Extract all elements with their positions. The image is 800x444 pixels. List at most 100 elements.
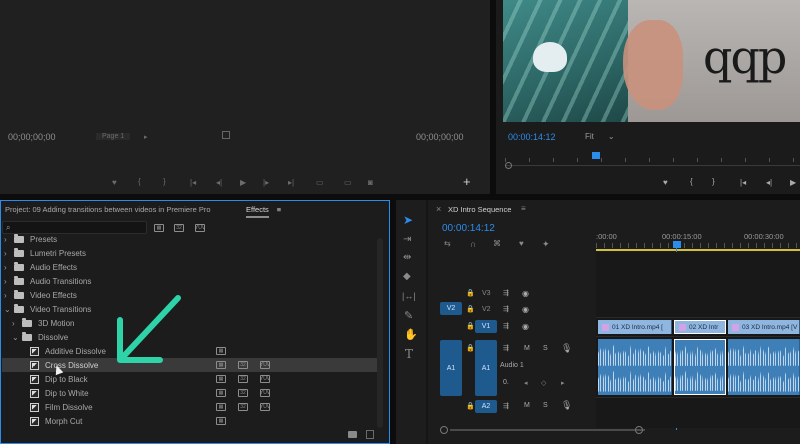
sync-lock-icon[interactable]: ⇶ [503, 305, 509, 313]
solo-toggle[interactable]: S [543, 345, 548, 352]
track-lock-icon[interactable]: 🔒 [466, 344, 475, 352]
go-to-out-icon[interactable]: ▸| [288, 178, 294, 187]
track-target-a2[interactable]: A2 [475, 400, 497, 413]
add-button[interactable]: + [463, 174, 471, 189]
program-scrubber[interactable] [505, 152, 800, 172]
panel-scrollbar[interactable] [377, 238, 383, 428]
audio-clip[interactable] [728, 339, 800, 395]
track-lock-icon[interactable]: 🔒 [466, 289, 475, 297]
time-ruler[interactable]: :00:00 00:00:15:00 00:00:30:00 [596, 228, 800, 248]
delete-icon[interactable] [366, 430, 374, 439]
tree-item[interactable]: ⌄ Dissolve [2, 330, 382, 344]
yuv-filter-icon[interactable]: YUV [195, 224, 205, 232]
snap-icon[interactable]: ∩ [470, 239, 476, 249]
source-patch-a1[interactable]: A1 [440, 340, 462, 396]
track-label-v3[interactable]: V3 [482, 290, 491, 297]
timeline-menu-icon[interactable]: ≡ [521, 204, 526, 213]
microphone-icon[interactable]: 🎙 [561, 343, 572, 354]
track-select-tool-icon[interactable]: ⇥ [403, 234, 411, 245]
tree-item[interactable]: › Audio Effects [2, 260, 382, 274]
tree-item[interactable]: › Lumetri Presets [2, 246, 382, 260]
microphone-icon[interactable]: 🎙 [561, 400, 572, 411]
solo-toggle[interactable]: S [543, 402, 548, 409]
tree-item[interactable]: › Presets [2, 232, 382, 246]
step-back-icon[interactable]: ◂| [216, 178, 222, 187]
timeline-playhead-icon[interactable] [673, 241, 681, 248]
page-label[interactable]: Page 1 [96, 133, 131, 140]
eye-icon[interactable]: ◉ [522, 305, 529, 314]
keyframe-prev-icon[interactable]: ◂ [524, 379, 528, 387]
mark-out-icon[interactable]: } [163, 177, 166, 186]
tree-expander-icon[interactable]: › [4, 263, 14, 272]
tree-expander-icon[interactable]: › [4, 235, 14, 244]
mute-toggle[interactable]: M [524, 345, 530, 352]
scroll-handle-right[interactable] [635, 426, 643, 434]
video-clip-selected[interactable]: 02 XD Intr [674, 320, 726, 334]
audio-clip-selected[interactable] [674, 339, 726, 395]
overwrite-icon[interactable]: ▭ [344, 178, 352, 187]
hand-tool-icon[interactable]: ✋ [404, 328, 418, 341]
effect-item[interactable]: Dip to Black ▦ 32 YUV [2, 372, 382, 386]
track-lock-icon[interactable]: 🔒 [466, 402, 475, 410]
tree-expander-icon[interactable]: › [4, 291, 14, 300]
tree-item[interactable]: ⌄ Video Transitions [2, 302, 382, 316]
timeline-close-icon[interactable]: × [436, 204, 441, 214]
new-bin-icon[interactable] [348, 431, 357, 438]
keyframe-next-icon[interactable]: ▸ [561, 379, 565, 387]
program-go-to-in-icon[interactable]: |◂ [740, 178, 746, 187]
add-marker-icon[interactable]: ♥ [519, 239, 524, 248]
work-area-bar[interactable] [596, 249, 800, 251]
track-lock-icon[interactable]: 🔒 [466, 305, 475, 313]
pen-tool-icon[interactable]: ✎ [404, 309, 413, 322]
effect-item[interactable]: Morph Cut ▦ [2, 414, 382, 428]
tree-item[interactable]: › Video Effects [2, 288, 382, 302]
eye-icon[interactable]: ◉ [522, 322, 529, 331]
tree-expander-icon[interactable]: › [12, 319, 22, 328]
page-next-icon[interactable]: ▸ [144, 133, 148, 141]
keyframe-add-icon[interactable]: ◇ [541, 379, 546, 387]
sync-lock-icon[interactable]: ⇶ [503, 289, 509, 297]
tree-expander-icon[interactable]: › [4, 249, 14, 258]
32bit-filter-icon[interactable]: 32 [174, 224, 184, 232]
tree-expander-icon[interactable]: ⌄ [4, 305, 14, 314]
source-patch-v2[interactable]: V2 [440, 302, 462, 315]
ripple-edit-tool-icon[interactable]: ⇹ [403, 252, 411, 263]
panel-menu-icon[interactable]: ≡ [277, 205, 281, 218]
scrub-start-handle[interactable] [505, 162, 512, 169]
sync-lock-icon[interactable]: ⇶ [503, 344, 509, 352]
track-target-v1[interactable]: V1 [475, 320, 497, 333]
track-target-a1[interactable]: A1 [475, 340, 497, 396]
nest-icon[interactable]: ⇆ [444, 239, 451, 248]
scroll-handle-left[interactable] [440, 426, 448, 434]
program-mark-in-icon[interactable]: { [690, 177, 693, 186]
zoom-select[interactable]: Fit ⌄ [585, 132, 615, 141]
marker-icon[interactable]: ♥ [112, 178, 117, 187]
settings-icon[interactable] [222, 131, 230, 139]
export-frame-icon[interactable]: ◙ [368, 178, 373, 187]
sequence-tab[interactable]: XD Intro Sequence [448, 205, 511, 214]
tree-expander-icon[interactable]: ⌄ [12, 333, 22, 342]
tab-project[interactable]: Project: 09 Adding transitions between v… [5, 205, 211, 214]
go-to-in-icon[interactable]: |◂ [190, 178, 196, 187]
razor-tool-icon[interactable]: ◆ [403, 271, 411, 282]
sync-lock-icon[interactable]: ⇶ [503, 322, 509, 330]
wrench-icon[interactable]: ✦ [542, 239, 550, 250]
tree-item[interactable]: › Audio Transitions [2, 274, 382, 288]
play-icon[interactable]: ▶ [240, 178, 246, 187]
track-lock-icon[interactable]: 🔒 [466, 322, 475, 330]
effect-item[interactable]: Dip to White ▦ 32 YUV [2, 386, 382, 400]
slip-tool-icon[interactable]: |↔| [402, 291, 416, 301]
program-play-icon[interactable]: ▶ [790, 178, 796, 187]
linked-selection-icon[interactable]: ⌘ [493, 239, 501, 248]
mute-toggle[interactable]: M [524, 402, 530, 409]
type-tool-icon[interactable]: T [405, 347, 413, 361]
eye-icon[interactable]: ◉ [522, 289, 529, 298]
program-step-back-icon[interactable]: ◂| [766, 178, 772, 187]
tab-effects[interactable]: Effects ≡ [246, 205, 281, 218]
insert-icon[interactable]: ▭ [316, 178, 324, 187]
selection-tool-icon[interactable]: ➤ [403, 213, 413, 227]
tree-expander-icon[interactable]: › [4, 277, 14, 286]
step-forward-icon[interactable]: |▸ [263, 178, 269, 187]
program-mark-out-icon[interactable]: } [712, 177, 715, 186]
accelerated-filter-icon[interactable]: ▦ [154, 224, 164, 232]
